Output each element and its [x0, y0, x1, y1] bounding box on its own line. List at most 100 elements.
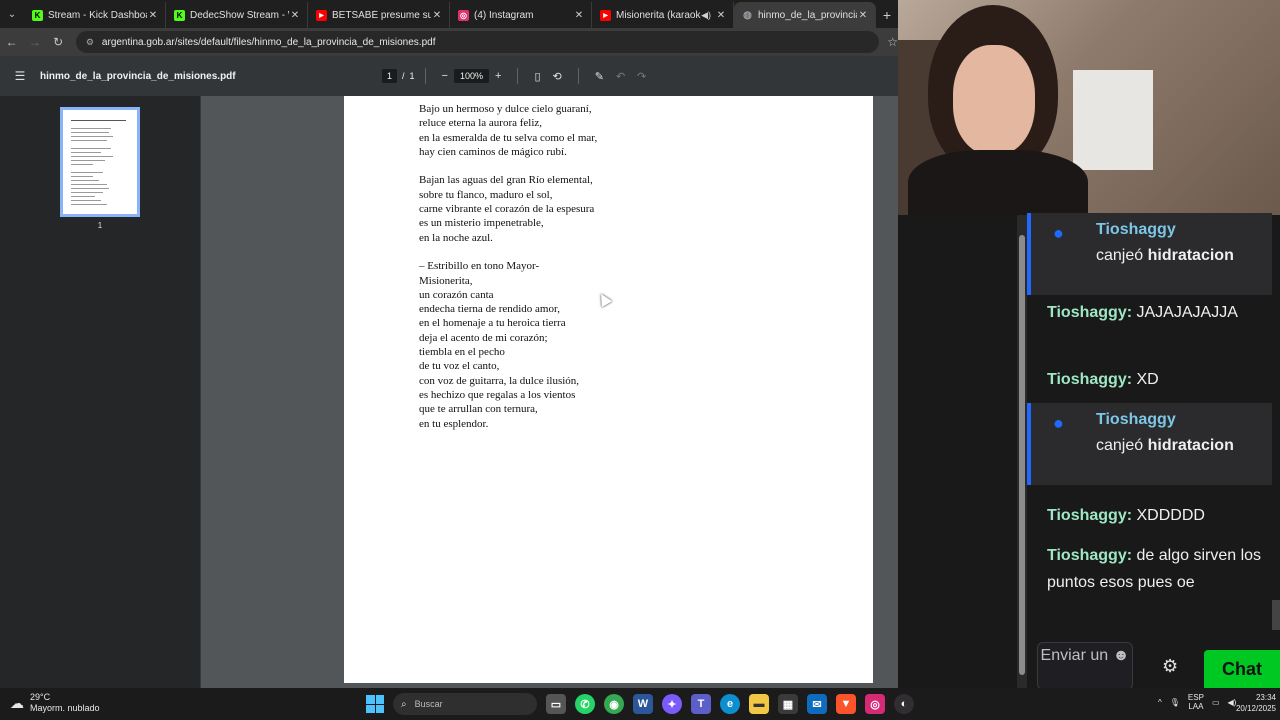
bookmark-star-icon[interactable]: ☆: [887, 35, 898, 49]
thumb-line: [71, 120, 126, 121]
thumb-line: [71, 184, 107, 185]
cloud-icon: ☁: [10, 694, 24, 711]
speaker-icon[interactable]: ◀): [701, 10, 711, 21]
tab-instagram[interactable]: ◎ (4) Instagram ✕: [450, 2, 592, 28]
close-icon[interactable]: ✕: [289, 10, 301, 21]
new-tab-button[interactable]: +: [876, 2, 898, 28]
chat-username[interactable]: Tioshaggy:: [1047, 304, 1132, 321]
page-input[interactable]: 1: [382, 69, 398, 83]
instagram-icon[interactable]: ◎: [865, 694, 885, 714]
rotate-icon[interactable]: ⟲: [553, 70, 562, 83]
windows-start-icon[interactable]: [366, 695, 384, 713]
search-placeholder: Buscar: [414, 699, 443, 709]
word-icon[interactable]: W: [633, 694, 653, 714]
thumb-line: [71, 180, 99, 181]
chat-message: Tioshaggy: JAJAJAJAJJA: [1047, 299, 1267, 326]
close-icon[interactable]: ✕: [715, 10, 727, 21]
chat-scrollbar[interactable]: [1017, 215, 1027, 688]
teams-icon[interactable]: T: [691, 694, 711, 714]
chat-button[interactable]: Chat: [1204, 650, 1280, 688]
undo-icon[interactable]: ↶: [616, 70, 625, 83]
taskbar-search-input[interactable]: ⌕ Buscar: [393, 693, 537, 715]
thumbnail-page-number: 1: [97, 221, 103, 230]
zoom-input[interactable]: 100%: [453, 69, 490, 83]
kick-icon: K: [32, 9, 43, 21]
url-input[interactable]: ⚙ argentina.gob.ar/sites/default/files/h…: [75, 31, 880, 53]
whatsapp-icon[interactable]: ✆: [575, 694, 595, 714]
close-icon[interactable]: ✕: [147, 10, 159, 21]
page-thumbnail[interactable]: [60, 107, 140, 217]
thumb-line: [71, 160, 105, 161]
store-icon[interactable]: ▦: [778, 694, 798, 714]
back-icon[interactable]: ←: [0, 35, 23, 49]
tab-hinmo-pdf[interactable]: ◍ hinmo_de_la_provincia_de ✕: [734, 2, 876, 28]
brave-icon[interactable]: ▼: [836, 694, 856, 714]
send-message-button[interactable]: Enviar un ☻: [1037, 642, 1133, 690]
chrome-icon[interactable]: ◉: [604, 694, 624, 714]
close-icon[interactable]: ✕: [431, 10, 443, 21]
chat-username[interactable]: Tioshaggy:: [1047, 371, 1132, 388]
zoom-out-icon[interactable]: −: [442, 70, 448, 82]
chat-text: XDDDDD: [1136, 507, 1205, 524]
close-icon[interactable]: ✕: [573, 10, 585, 21]
mic-icon[interactable]: 🎙: [1170, 698, 1180, 707]
chat-message: Tioshaggy: XD: [1047, 366, 1267, 393]
clock[interactable]: 23:34 20/12/2025: [1224, 692, 1276, 714]
thumb-line: [71, 128, 111, 129]
task-view-icon[interactable]: ▭: [546, 694, 566, 714]
thumb-line: [71, 152, 101, 153]
youtube-icon: ▶: [316, 9, 327, 21]
tab-dedecshow[interactable]: K DedecShow Stream - Watc ✕: [166, 2, 308, 28]
chat-username[interactable]: Tioshaggy:: [1047, 547, 1132, 564]
thumb-line: [71, 132, 109, 133]
redo-icon[interactable]: ↷: [637, 70, 646, 83]
stanza-2: Bajan las aguas del gran Río elemental, …: [419, 173, 719, 244]
tab-betsabe[interactable]: ▶ BETSABÉ presume sus BOT ✕: [308, 2, 450, 28]
pdf-viewer[interactable]: Bajo un hermoso y dulce cielo guaraní, r…: [201, 96, 898, 688]
instagram-icon: ◎: [458, 9, 469, 21]
reward-name: hidratacion: [1147, 247, 1234, 264]
date: 20/12/2025: [1235, 704, 1276, 713]
close-icon[interactable]: ✕: [857, 10, 869, 21]
redemption-text: canjeó hidratacion: [1096, 437, 1234, 455]
chat-username[interactable]: Tioshaggy: [1096, 221, 1176, 239]
search-icon: ⌕: [401, 698, 407, 710]
thumb-line: [71, 188, 109, 189]
poem-line: endecha tierna de rendido amor,: [419, 303, 560, 316]
chat-username[interactable]: Tioshaggy: [1096, 411, 1176, 429]
weather-widget[interactable]: ☁ 29°C Mayorm. nublado: [10, 692, 100, 714]
poem-line: deja el acento de mi corazón;: [419, 331, 548, 344]
zoom-in-icon[interactable]: +: [495, 70, 501, 82]
poem-line: Bajo un hermoso y dulce cielo guaraní,: [419, 103, 592, 115]
redemption-message: ● Tioshaggy canjeó hidratacion: [1027, 213, 1272, 295]
poem-line: es hechizo que regalas a los vientos: [419, 388, 576, 401]
forward-icon[interactable]: →: [23, 35, 46, 49]
obs-icon[interactable]: ◐: [894, 694, 914, 714]
monitor-icon[interactable]: ▭: [1212, 698, 1220, 707]
poem-line: sobre tu flanco, maduro el sol,: [419, 188, 553, 201]
edge-icon[interactable]: e: [720, 694, 740, 714]
thumb-line: [71, 200, 101, 201]
taskbar: ☁ 29°C Mayorm. nublado ⌕ Buscar ▭ ✆ ◉ W …: [0, 688, 1280, 720]
menu-icon[interactable]: ☰: [0, 69, 40, 83]
tab-kick-dashboard[interactable]: K Stream - Kick Dashboard ✕: [24, 2, 166, 28]
outlook-icon[interactable]: ✉: [807, 694, 827, 714]
language-indicator[interactable]: ESP LAA: [1188, 693, 1204, 711]
poem-line: en el homenaje a tu heroica tierra: [419, 317, 566, 330]
chat-panel: ● Tioshaggy canjeó hidratacion Tioshaggy…: [898, 213, 1280, 690]
file-explorer-icon[interactable]: ▬: [749, 694, 769, 714]
scrollbar-thumb[interactable]: [1019, 235, 1025, 675]
copilot-icon[interactable]: ✦: [662, 694, 682, 714]
tab-search-icon[interactable]: ⌄: [0, 0, 24, 28]
site-info-icon[interactable]: ⚙: [86, 37, 94, 48]
background-box: [1073, 70, 1153, 170]
annotate-icon[interactable]: ✎: [595, 70, 604, 83]
chat-message: Tioshaggy: de algo sirven los puntos eso…: [1047, 542, 1267, 596]
chevron-up-icon[interactable]: ^: [1158, 698, 1162, 707]
gear-icon[interactable]: ⚙: [1162, 656, 1178, 677]
tab-misionerita[interactable]: ▶ Misionerita (karaoke) ◀) ✕: [592, 2, 734, 28]
fit-page-icon[interactable]: ▯: [534, 70, 540, 83]
poem-line: Misionerita,: [419, 274, 473, 287]
chat-username[interactable]: Tioshaggy:: [1047, 507, 1132, 524]
reload-icon[interactable]: ↻: [47, 35, 70, 49]
